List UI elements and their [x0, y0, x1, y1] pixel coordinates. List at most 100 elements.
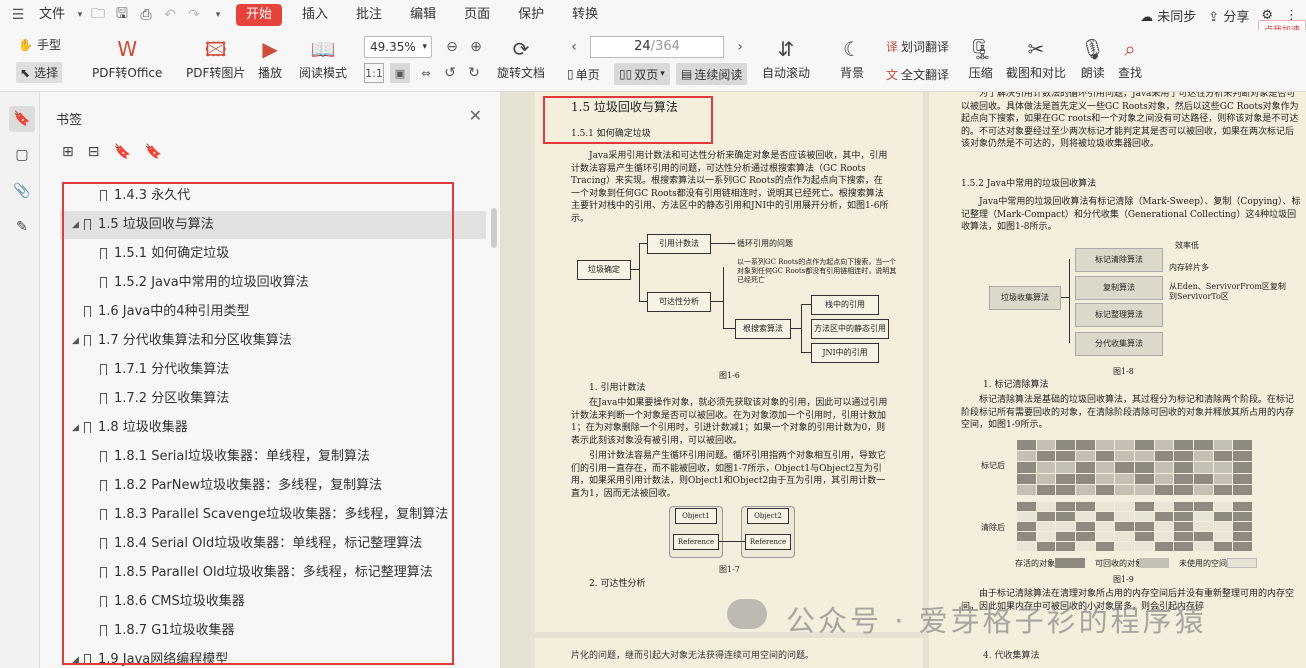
- play-button[interactable]: ▶ 播放: [258, 34, 282, 81]
- memory-cell: [1213, 462, 1233, 473]
- file-menu[interactable]: 文件: [30, 0, 74, 30]
- diagram-label: 清除后: [981, 523, 1005, 532]
- connector: [639, 243, 647, 244]
- memory-cell: [1213, 502, 1233, 511]
- memory-cell: [1076, 484, 1095, 495]
- print-icon[interactable]: ⎙: [134, 3, 158, 27]
- zoom-select[interactable]: 49.35% ▾: [364, 36, 432, 58]
- memory-cell: [1154, 532, 1174, 541]
- memory-cell: [1115, 542, 1134, 551]
- thumbnail-panel-icon[interactable]: ▢: [9, 142, 35, 168]
- legend-recyclable: 可回收的对象: [1095, 559, 1143, 568]
- memory-cell: [1174, 440, 1193, 451]
- memory-cell: [1036, 462, 1056, 473]
- memory-cell: [1036, 522, 1056, 531]
- sync-status[interactable]: ☁ 未同步: [1140, 6, 1196, 25]
- memory-cell: [1115, 522, 1134, 531]
- screenshot-compare-button[interactable]: ✂ 截图和对比: [1006, 34, 1066, 81]
- paragraph: Java中常用的垃圾回收算法有标记清除（Mark-Sweep）、复制（Copyi…: [961, 197, 1301, 232]
- redo-icon[interactable]: ↷: [182, 3, 206, 27]
- scrollbar[interactable]: [491, 208, 497, 248]
- attachment-icon[interactable]: 📎: [9, 178, 35, 204]
- save-icon[interactable]: 🖫: [110, 3, 134, 27]
- more-chevron-icon[interactable]: ▾: [206, 3, 230, 27]
- full-translate-button[interactable]: 文全文翻译: [886, 66, 949, 83]
- delete-bookmark-icon[interactable]: 🔖: [145, 144, 162, 160]
- word-translate-button[interactable]: 译划词翻译: [886, 38, 949, 55]
- zoom-in-icon[interactable]: ⊕: [464, 35, 488, 59]
- signature-icon[interactable]: ✎: [9, 214, 35, 240]
- double-page-button[interactable]: ▯▯ 双页 ▾: [614, 63, 670, 85]
- memory-cell: [1174, 532, 1193, 541]
- connector: [723, 267, 724, 328]
- bookmark-panel-icon[interactable]: 🔖: [9, 106, 35, 132]
- compress-button[interactable]: 🗜 压缩: [968, 34, 993, 81]
- memory-cell: [1135, 473, 1154, 484]
- memory-cell: [1135, 532, 1154, 541]
- close-icon[interactable]: ✕: [469, 106, 482, 125]
- memory-cell: [1154, 512, 1174, 521]
- page-number-input[interactable]: 24/364: [590, 36, 724, 58]
- connector: [639, 243, 640, 301]
- actual-size-icon[interactable]: 1:1: [364, 63, 384, 83]
- undo-icon[interactable]: ↶: [158, 3, 182, 27]
- background-button[interactable]: ☾ 背景: [840, 34, 864, 81]
- tab-page[interactable]: 页面: [450, 0, 504, 30]
- fit-page-icon[interactable]: ▣: [390, 63, 410, 83]
- memory-cell: [1154, 522, 1174, 531]
- next-page-icon[interactable]: ›: [728, 35, 752, 59]
- rotate-right-icon[interactable]: ↻: [464, 63, 484, 83]
- memory-cell: [1056, 473, 1075, 484]
- compress-icon: 🗜: [968, 37, 994, 61]
- memory-cell: [1174, 473, 1193, 484]
- single-page-button[interactable]: ▯ 单页: [562, 63, 605, 85]
- memory-cell: [1174, 484, 1193, 495]
- paragraph: 片化的问题，继而引起大对象无法获得连续可用空间的问题。: [571, 651, 815, 661]
- open-folder-icon[interactable]: 🗀: [86, 3, 110, 27]
- continuous-read-button[interactable]: ▤ 连续阅读: [676, 63, 748, 85]
- fit-width-icon[interactable]: ⇔: [416, 63, 436, 83]
- search-button[interactable]: ⌕ 查找: [1118, 34, 1142, 81]
- hamburger-icon[interactable]: ☰: [6, 3, 30, 27]
- share-button[interactable]: ⇪ 分享: [1208, 6, 1249, 25]
- memory-cell: [1174, 522, 1193, 531]
- pdf-to-office-button[interactable]: W PDF转Office: [92, 34, 162, 81]
- tab-convert[interactable]: 转换: [558, 0, 612, 30]
- expand-all-icon[interactable]: ⊞: [62, 144, 74, 160]
- connector: [801, 304, 811, 305]
- read-aloud-button[interactable]: 🎙 朗读: [1080, 34, 1105, 81]
- tab-insert[interactable]: 插入: [288, 0, 342, 30]
- diagram-note: 以一系列GC Roots的点作为起点向下搜索，当一个对象到任何GC Roots都…: [737, 258, 897, 284]
- memory-cell: [1174, 512, 1193, 521]
- hand-tool[interactable]: ✋ 手型: [18, 36, 61, 53]
- document-view: 1.5 垃圾回收与算法 1.5.1 如何确定垃圾 Java采用引用计数法和可达性…: [500, 92, 1306, 668]
- auto-scroll-button[interactable]: ⇵ 自动滚动: [762, 34, 810, 81]
- memory-cell: [1194, 462, 1213, 473]
- memory-cell: [1076, 473, 1095, 484]
- auto-scroll-icon: ⇵: [777, 37, 795, 61]
- search-icon: ⌕: [1124, 37, 1136, 61]
- select-tool[interactable]: ⬉ 选择: [16, 62, 63, 83]
- memory-cell: [1056, 440, 1075, 451]
- memory-grid-marked: [1017, 440, 1253, 496]
- rotate-left-icon[interactable]: ↺: [440, 63, 460, 83]
- ribbon-toolbar: ✋ 手型 ⬉ 选择 W PDF转Office 🖾 PDF转图片 ▶ 播放 📖 阅读模式 49…: [0, 30, 1306, 92]
- pdf-to-image-button[interactable]: 🖾 PDF转图片: [186, 34, 245, 81]
- memory-cell: [1115, 502, 1134, 511]
- prev-page-icon[interactable]: ‹: [562, 35, 586, 59]
- collapse-all-icon[interactable]: ⊟: [88, 144, 100, 160]
- tab-edit[interactable]: 编辑: [396, 0, 450, 30]
- figure-caption: 图1-6: [719, 371, 740, 380]
- play-icon: ▶: [262, 37, 278, 61]
- tab-annotate[interactable]: 批注: [342, 0, 396, 30]
- reading-mode-button[interactable]: 📖 阅读模式: [299, 34, 347, 81]
- tab-start[interactable]: 开始: [236, 4, 283, 26]
- rotate-doc-button[interactable]: ⟳ 旋转文档: [497, 34, 545, 81]
- memory-cell: [1233, 512, 1252, 521]
- image-icon: 🖾: [204, 37, 227, 61]
- add-bookmark-icon[interactable]: 🔖: [113, 144, 130, 160]
- chevron-down-icon[interactable]: ▾: [74, 3, 86, 27]
- tab-protect[interactable]: 保护: [504, 0, 558, 30]
- zoom-out-icon[interactable]: ⊖: [440, 35, 464, 59]
- paragraph: 为了解决引用计数法的循环引用问题，Java采用了可达性分析来判断对象是否可以被回…: [961, 92, 1299, 149]
